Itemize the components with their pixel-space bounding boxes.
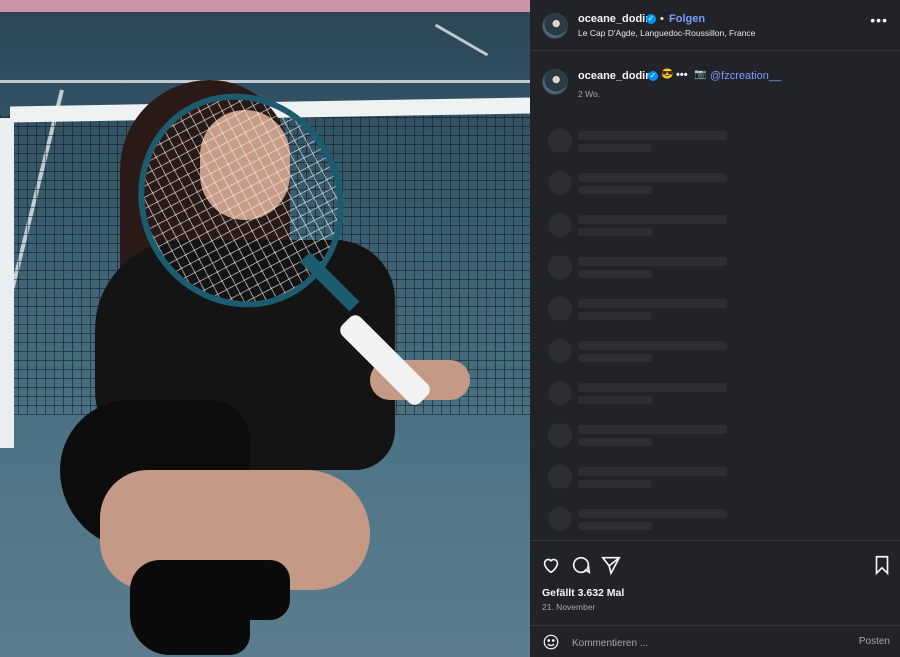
more-options-icon[interactable]: •••: [870, 12, 888, 28]
comment-skeleton: [548, 171, 848, 199]
verified-badge-icon: ✓: [648, 71, 658, 81]
comment-skeleton: [548, 507, 848, 535]
heart-icon[interactable]: [540, 554, 562, 576]
comment-skeleton: [548, 213, 848, 241]
camera-icon: 📷: [694, 69, 707, 80]
court-line: [0, 80, 530, 83]
comment-skeleton: [548, 255, 848, 283]
post-sidebar: oceane_dodin ✓ • Folgen Le Cap D'Agde, L…: [530, 0, 900, 657]
verified-badge-icon: ✓: [646, 14, 656, 24]
comment-input[interactable]: [570, 632, 834, 654]
action-bar: [530, 548, 900, 582]
separator-dot: •: [660, 13, 664, 25]
comment-skeleton: [548, 129, 848, 157]
mention-link[interactable]: @fzcreation__: [710, 70, 781, 82]
actions-divider: [530, 540, 900, 541]
caption-emoji: 😎: [661, 69, 674, 80]
comment-skeleton: [548, 423, 848, 451]
header-divider: [530, 50, 900, 51]
post-header: oceane_dodin ✓ • Folgen Le Cap D'Agde, L…: [530, 0, 900, 50]
boot: [200, 560, 290, 620]
smiley-icon[interactable]: [542, 633, 560, 651]
like-count[interactable]: Gefällt 3.632 Mal: [542, 587, 624, 599]
header-username[interactable]: oceane_dodin: [578, 13, 652, 25]
location-link[interactable]: Le Cap D'Agde, Languedoc-Roussillon, Fra…: [578, 28, 755, 38]
post-comment-button[interactable]: Posten: [859, 636, 890, 647]
caption-dots: •••: [676, 69, 688, 81]
post-modal: oceane_dodin ✓ • Folgen Le Cap D'Agde, L…: [0, 0, 900, 657]
post-date[interactable]: 21. November: [542, 602, 595, 612]
caption-username[interactable]: oceane_dodin: [578, 70, 652, 82]
caption-time[interactable]: 2 Wo.: [578, 89, 600, 99]
caption-avatar[interactable]: [542, 69, 568, 95]
comment-skeleton: [548, 297, 848, 325]
follow-button[interactable]: Folgen: [669, 13, 705, 25]
comment-skeleton: [548, 465, 848, 493]
paper-plane-icon[interactable]: [600, 554, 622, 576]
post-photo[interactable]: [0, 0, 530, 657]
net-post: [0, 118, 14, 448]
comment-skeleton: [548, 381, 848, 409]
comment-bubble-icon[interactable]: [570, 554, 592, 576]
comment-skeleton: [548, 339, 848, 367]
court-edge: [0, 0, 530, 12]
bookmark-icon[interactable]: [871, 554, 893, 576]
court-line: [434, 23, 489, 57]
avatar[interactable]: [542, 13, 568, 39]
comment-bar: Posten: [530, 626, 900, 657]
